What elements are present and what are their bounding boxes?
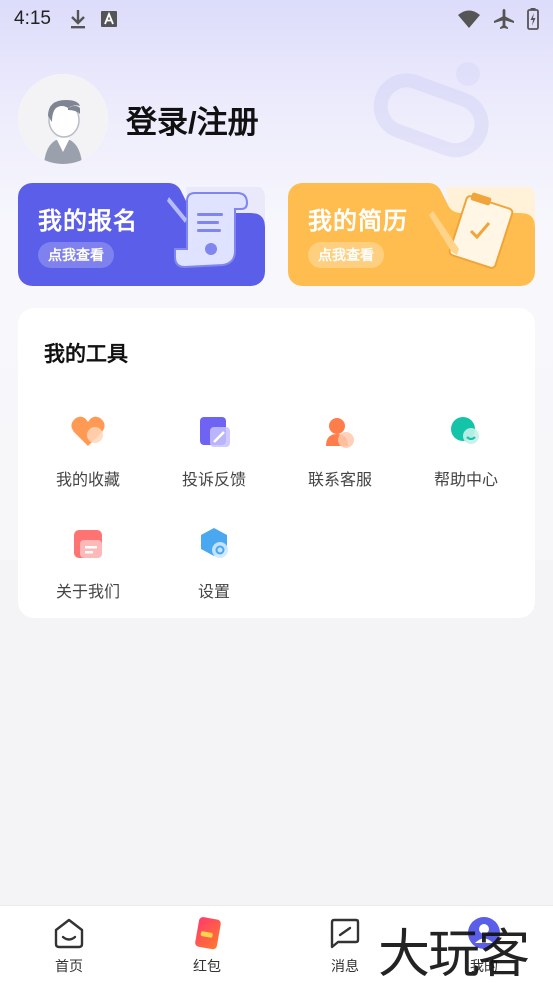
nav-red-packet[interactable]: 红包 (152, 906, 262, 983)
status-time: 4:15 (14, 8, 51, 29)
settings-icon (201, 528, 228, 558)
tool-settings[interactable]: 设置 (151, 524, 277, 614)
red-packet-icon (195, 917, 221, 950)
login-register-link[interactable]: 登录/注册 (126, 97, 259, 142)
tool-about-us[interactable]: 关于我们 (25, 524, 151, 614)
tool-label: 关于我们 (55, 584, 120, 601)
decorative-shape (373, 62, 489, 158)
heart-icon (71, 416, 105, 446)
tool-label: 联系客服 (307, 472, 372, 489)
nav-label: 红包 (193, 958, 221, 974)
customer-service-icon (326, 418, 354, 448)
my-registration-card[interactable]: 我的报名 点我查看 (18, 183, 265, 286)
card-title: 我的报名 (38, 208, 138, 235)
status-bar: 4:15 (0, 0, 553, 38)
avatar[interactable] (18, 74, 108, 164)
edit-icon (200, 417, 230, 447)
info-card-icon (74, 530, 102, 558)
nav-label: 消息 (331, 958, 359, 974)
tool-help-center[interactable]: 帮助中心 (403, 412, 529, 502)
download-icon (70, 10, 85, 29)
nav-home[interactable]: 首页 (14, 906, 124, 983)
tool-label: 设置 (197, 584, 230, 601)
battery-charging-icon (527, 8, 539, 30)
tool-favorites[interactable]: 我的收藏 (25, 412, 151, 502)
clipboard-illustration-icon (429, 192, 514, 269)
tool-label: 帮助中心 (433, 472, 498, 489)
nav-label: 首页 (55, 958, 83, 974)
view-registration-button[interactable]: 点我查看 (38, 242, 114, 268)
document-illustration-icon (167, 192, 249, 269)
card-title: 我的简历 (308, 208, 408, 235)
tool-label: 我的收藏 (55, 472, 120, 489)
tool-complaint-feedback[interactable]: 投诉反馈 (151, 412, 277, 502)
tool-customer-service[interactable]: 联系客服 (277, 412, 403, 502)
view-resume-button[interactable]: 点我查看 (308, 242, 384, 268)
font-a-icon (100, 11, 117, 27)
watermark: 大玩客 (378, 925, 530, 983)
tools-title: 我的工具 (44, 343, 128, 366)
default-avatar-icon (18, 74, 108, 164)
profile-section[interactable]: 登录/注册 (18, 74, 259, 164)
message-icon (330, 918, 360, 949)
my-resume-card[interactable]: 我的简历 点我查看 (288, 183, 535, 286)
wifi-icon (458, 10, 480, 28)
airplane-mode-icon (494, 9, 514, 29)
help-chat-icon (451, 417, 479, 444)
home-icon (54, 918, 84, 949)
tool-label: 投诉反馈 (181, 472, 246, 489)
tools-panel: 我的工具 我的收藏 投诉反馈 联系客服 帮助中心 关于我们 设置 (18, 308, 535, 618)
